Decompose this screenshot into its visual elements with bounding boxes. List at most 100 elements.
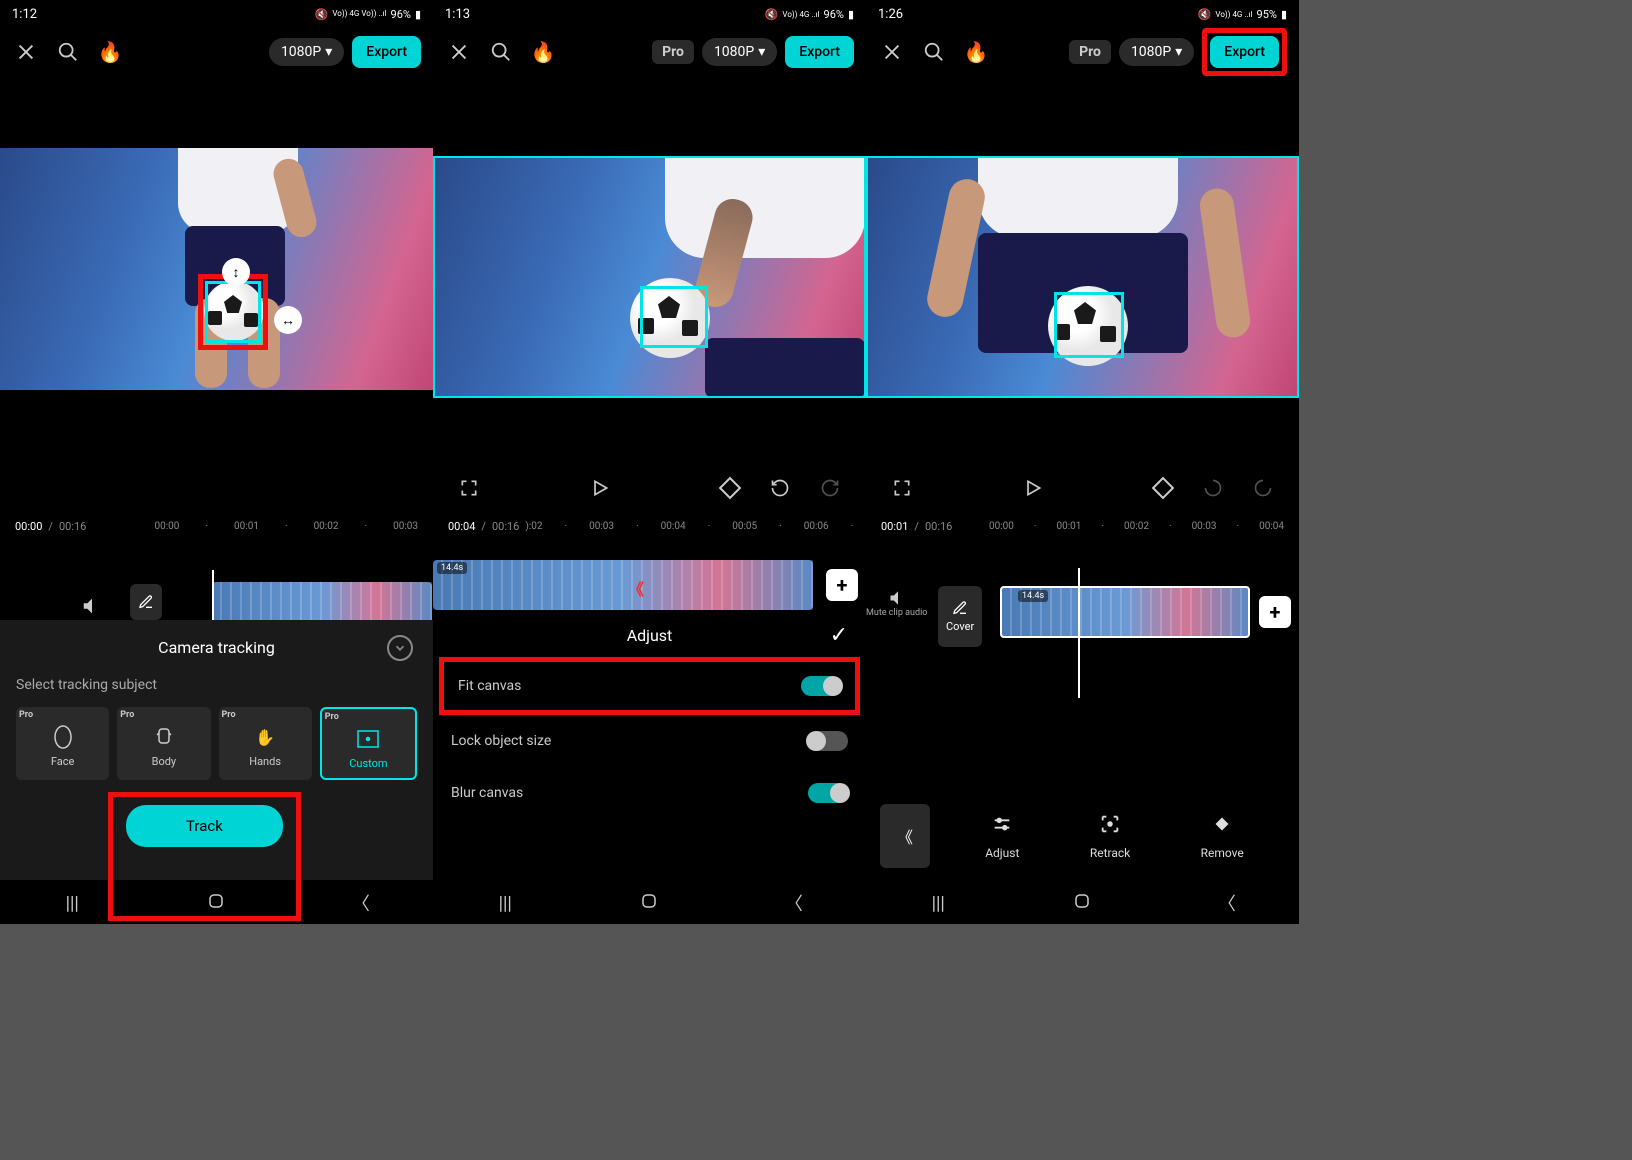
flame-icon[interactable]: 🔥 <box>529 38 557 66</box>
custom-icon <box>356 727 380 751</box>
add-clip-button[interactable]: + <box>1259 596 1291 628</box>
video-preview[interactable] <box>433 156 866 398</box>
nav-home[interactable] <box>196 892 236 915</box>
undo-icon[interactable] <box>764 472 796 504</box>
cover-button[interactable] <box>130 584 162 620</box>
track-option-face[interactable]: Pro Face <box>16 707 109 780</box>
battery-icon: ▮ <box>1281 8 1287 21</box>
tracking-box[interactable] <box>1054 292 1124 358</box>
flame-icon[interactable]: 🔥 <box>962 38 990 66</box>
search-icon[interactable] <box>54 38 82 66</box>
nav-recent[interactable]: ||| <box>918 893 958 914</box>
speaker-icon[interactable] <box>884 584 912 612</box>
tracking-options: Pro Face Pro Body Pro ✋ Hands Pro Custom <box>12 707 421 780</box>
resize-handle-vertical[interactable]: ↕ <box>222 258 250 286</box>
panel-title: Adjust <box>627 626 673 645</box>
resolution-dropdown[interactable]: 1080P ▾ <box>269 38 344 66</box>
battery-text: 96% <box>391 8 411 21</box>
add-clip-button[interactable]: + <box>826 569 858 601</box>
resolution-dropdown[interactable]: 1080P ▾ <box>1119 38 1194 66</box>
fit-canvas-row[interactable]: Fit canvas <box>439 657 860 715</box>
signal-text: Vo)) 4G Vo)) ..ıl <box>332 10 386 18</box>
video-preview[interactable] <box>866 156 1299 398</box>
track-button[interactable]: Track <box>126 805 283 847</box>
mute-icon: 🔇 <box>765 8 779 21</box>
nav-home[interactable] <box>1062 892 1102 915</box>
redo-icon[interactable] <box>814 472 846 504</box>
nav-back[interactable]: 〈 <box>341 890 381 916</box>
nav-back[interactable]: 〈 <box>774 890 814 916</box>
blur-canvas-toggle[interactable] <box>808 783 848 803</box>
retrack-tool[interactable]: Retrack <box>1090 813 1130 860</box>
resolution-dropdown[interactable]: 1080P ▾ <box>702 38 777 66</box>
bottom-tools: 《 Adjust Retrack Remove <box>866 804 1299 868</box>
fullscreen-icon[interactable] <box>886 472 918 504</box>
speaker-icon[interactable] <box>78 592 106 620</box>
fullscreen-icon[interactable] <box>453 472 485 504</box>
status-time: 1:12 <box>12 7 37 22</box>
export-button[interactable]: Export <box>785 36 854 68</box>
mute-icon: 🔇 <box>315 8 329 21</box>
panel-title: Camera tracking <box>158 638 275 657</box>
play-icon[interactable] <box>1017 472 1049 504</box>
track-option-body[interactable]: Pro Body <box>117 707 210 780</box>
pro-badge[interactable]: Pro <box>1069 40 1111 64</box>
close-icon[interactable] <box>445 38 473 66</box>
close-icon[interactable] <box>12 38 40 66</box>
play-controls <box>866 472 1299 504</box>
face-icon <box>51 725 75 749</box>
keyframe-icon[interactable] <box>714 472 746 504</box>
remove-tool[interactable]: Remove <box>1201 813 1244 860</box>
adjust-tool[interactable]: Adjust <box>985 813 1019 860</box>
export-button[interactable]: Export <box>1210 36 1279 68</box>
pro-badge[interactable]: Pro <box>652 40 694 64</box>
redo-icon[interactable] <box>1247 472 1279 504</box>
battery-text: 96% <box>824 8 844 21</box>
status-bar: 1:12 🔇 Vo)) 4G Vo)) ..ıl 96% ▮ <box>0 0 433 28</box>
adjust-icon <box>991 813 1013 840</box>
blur-canvas-row[interactable]: Blur canvas <box>433 767 866 819</box>
battery-icon: ▮ <box>848 8 854 21</box>
android-nav: ||| 〈 <box>433 882 866 924</box>
close-icon[interactable] <box>878 38 906 66</box>
time-total: 00:16 <box>59 520 86 533</box>
play-icon[interactable] <box>584 472 616 504</box>
remove-icon <box>1211 813 1233 840</box>
nav-recent[interactable]: ||| <box>52 893 92 914</box>
nav-recent[interactable]: ||| <box>485 893 525 914</box>
undo-icon[interactable] <box>1197 472 1229 504</box>
fit-canvas-toggle[interactable] <box>801 676 841 696</box>
timeline-header: 00:00 / 00:16 00:00· 00:01· 00:02· 00:03 <box>0 520 433 533</box>
battery-icon: ▮ <box>415 8 421 21</box>
back-tool[interactable]: 《 <box>880 804 930 868</box>
nav-back[interactable]: 〈 <box>1207 890 1247 916</box>
timeline-header: 00:04 / 00:16 ):02· 00:03· 00:04· 00:05·… <box>433 520 866 533</box>
cover-button[interactable]: Cover <box>938 586 982 647</box>
panel-collapse-icon[interactable] <box>387 635 413 661</box>
tracking-box[interactable] <box>640 286 708 348</box>
search-icon[interactable] <box>920 38 948 66</box>
resize-handle-horizontal[interactable]: ↔ <box>274 306 302 334</box>
flame-icon[interactable]: 🔥 <box>96 38 124 66</box>
export-button[interactable]: Export <box>352 36 421 68</box>
confirm-icon[interactable]: ✓ <box>830 623 848 648</box>
video-clip[interactable]: 14.4s 《 <box>433 560 813 610</box>
adjust-panel: Adjust ✓ Fit canvas Lock object size Blu… <box>433 614 866 819</box>
body-icon <box>152 725 176 749</box>
status-bar: 1:13 🔇 Vo)) 4G ..ıl 96% ▮ <box>433 0 866 28</box>
track-option-custom[interactable]: Pro Custom <box>320 707 417 780</box>
status-time: 1:13 <box>445 7 470 22</box>
video-preview[interactable]: ↕ ↔ <box>0 148 433 390</box>
track-option-hands[interactable]: Pro ✋ Hands <box>219 707 312 780</box>
keyframe-icon[interactable] <box>1147 472 1179 504</box>
panel-subtitle: Select tracking subject <box>12 677 421 693</box>
android-nav: ||| 〈 <box>866 882 1299 924</box>
nav-home[interactable] <box>629 892 669 915</box>
lock-size-row[interactable]: Lock object size <box>433 715 866 767</box>
toolbar: 🔥 1080P ▾ Export <box>0 28 433 76</box>
status-bar: 1:26 🔇 Vo)) 4G ..ıl 95% ▮ <box>866 0 1299 28</box>
search-icon[interactable] <box>487 38 515 66</box>
lock-size-toggle[interactable] <box>808 731 848 751</box>
video-clip[interactable]: 14.4s <box>1000 586 1250 638</box>
screen-2: 1:13 🔇 Vo)) 4G ..ıl 96% ▮ 🔥 Pro 1080P ▾ … <box>433 0 866 924</box>
